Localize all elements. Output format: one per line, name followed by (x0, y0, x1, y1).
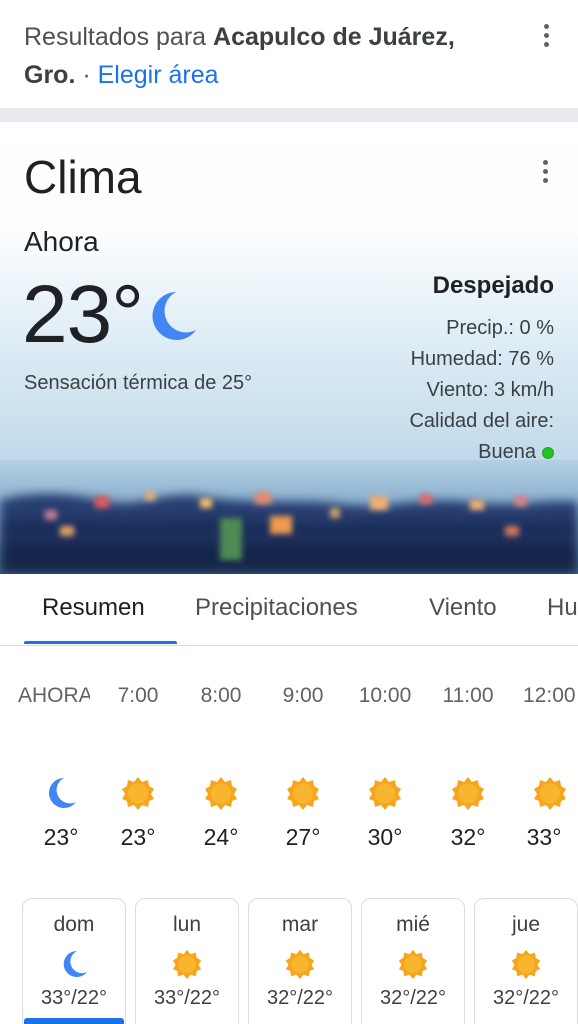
weather-card: Clima Ahora 23° Sensación térmica de 25°… (0, 122, 578, 574)
sun-icon (369, 777, 401, 810)
hour-time: 12:00 (523, 684, 576, 707)
hour-temp: 30° (367, 824, 403, 850)
feels-like: Sensación térmica de 25° (24, 372, 253, 394)
sun-icon (534, 777, 566, 810)
day-card-dom[interactable]: dom 33°/22° (22, 898, 126, 1024)
hour-temp: 24° (203, 824, 239, 850)
weather-details: Precip.: 0 % Humedad: 76 % Viento: 3 km/… (294, 313, 554, 468)
air-quality-dot-icon (542, 446, 554, 459)
daily-forecast: dom 33°/22° lun 33°/22° mar 32°/22° mié … (0, 886, 578, 1024)
night-scenery-illustration (0, 460, 578, 574)
location-name-line2: Gro. (24, 61, 76, 89)
tab-viento[interactable]: Viento (429, 594, 497, 622)
moon-icon (63, 950, 87, 977)
precipitation: Precip.: 0 % (446, 317, 554, 339)
results-text: Resultados para Acapulco de Juárez, Gro.… (24, 18, 504, 94)
more-vert-icon[interactable] (534, 20, 558, 50)
day-temps: 32°/22° (266, 987, 334, 1009)
now-label: Ahora (24, 226, 99, 257)
sun-icon (452, 777, 484, 810)
sun-icon (398, 949, 428, 979)
separator: · (75, 61, 98, 89)
more-vert-icon[interactable] (533, 156, 557, 186)
hour-time: AHORA (18, 684, 90, 707)
day-card-mar[interactable]: mar 32°/22° (248, 898, 352, 1024)
tab-resumen[interactable]: Resumen (42, 594, 145, 622)
moon-icon (152, 292, 196, 340)
tab-humedad[interactable]: Hu (547, 594, 578, 622)
hour-temp: 32° (450, 824, 486, 850)
day-name: mar (281, 913, 319, 936)
hour-temp: 27° (285, 824, 321, 850)
hour-time: 10:00 (358, 684, 412, 707)
moon-icon (49, 778, 76, 808)
weather-tabs: Resumen Precipitaciones Viento Hu (0, 574, 578, 646)
day-card-lun[interactable]: lun 33°/22° (135, 898, 239, 1024)
day-name: lun (172, 913, 202, 936)
sun-icon (511, 949, 541, 979)
day-name: jue (511, 913, 541, 936)
sun-icon (205, 777, 237, 810)
results-header: Resultados para Acapulco de Juárez, Gro.… (0, 0, 578, 108)
day-card-mie[interactable]: mié 32°/22° (361, 898, 465, 1024)
tab-precipitaciones[interactable]: Precipitaciones (195, 594, 358, 622)
hour-temp: 23° (120, 824, 156, 850)
results-prefix: Resultados para (24, 23, 214, 51)
hour-time: 9:00 (282, 684, 324, 707)
sun-icon (287, 777, 319, 810)
sun-icon (285, 949, 315, 979)
weather-title: Clima (24, 151, 142, 203)
section-divider (0, 108, 578, 122)
day-card-jue[interactable]: jue 32°/22° (474, 898, 578, 1024)
hourly-forecast[interactable]: AHORA 23° 7:00 23° 8:00 24° 9:00 27° 10:… (0, 646, 578, 886)
wind: Viento: 3 km/h (426, 379, 554, 401)
hour-time: 8:00 (200, 684, 242, 707)
air-quality-label: Calidad del aire: (409, 410, 554, 432)
day-name: dom (53, 913, 95, 936)
change-area-link[interactable]: Elegir área (98, 61, 219, 89)
hour-time: 7:00 (117, 684, 159, 707)
sun-icon (172, 949, 202, 979)
location-name-line1: Acapulco de Juárez, (213, 23, 455, 51)
hour-temp: 23° (43, 824, 79, 850)
active-tab-indicator (24, 641, 177, 644)
day-temps: 32°/22° (379, 987, 447, 1009)
day-temps: 32°/22° (492, 987, 560, 1009)
day-temps: 33°/22° (40, 987, 108, 1009)
day-temps: 33°/22° (153, 987, 221, 1009)
humidity: Humedad: 76 % (410, 348, 554, 370)
sun-icon (122, 777, 154, 810)
hour-temp: 33° (526, 824, 562, 850)
day-name: mié (396, 913, 430, 936)
hour-time: 11:00 (442, 684, 494, 707)
condition-text: Despejado (432, 272, 554, 299)
selected-day-indicator (24, 1018, 124, 1024)
current-temperature: 23° (22, 269, 144, 360)
